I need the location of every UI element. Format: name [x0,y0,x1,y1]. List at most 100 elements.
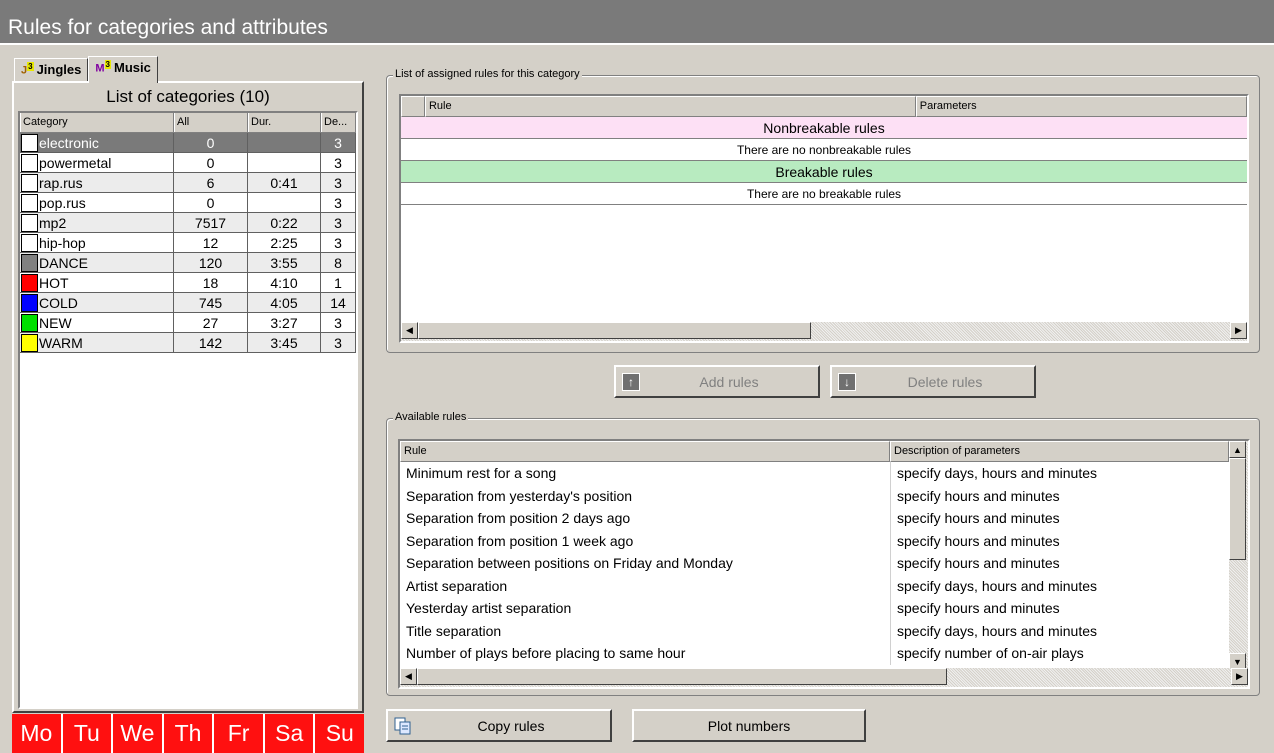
rule-description-cell: specify hours and minutes [890,507,1230,530]
available-rule-row[interactable]: Artist separation specify days, hours and… [400,574,1248,597]
category-duration-cell: 0:22 [248,213,321,232]
breakable-rules-empty: There are no breakable rules [401,183,1247,205]
category-all-cell: 0 [174,153,248,172]
column-header-all[interactable]: All [174,113,248,132]
category-de-cell: 3 [321,193,356,212]
rule-name-cell: Separation from position 1 week ago [406,532,634,549]
assigned-rules-group: List of assigned rules for this category… [386,68,1260,353]
assigned-rules-label: List of assigned rules for this category [393,68,582,80]
available-rules-label: Available rules [393,411,469,423]
category-row[interactable]: NEW 27 3:27 3 [20,313,356,333]
day-button-mo[interactable]: Mo [12,714,61,753]
category-duration-cell: 4:10 [248,273,321,292]
available-rule-row[interactable]: Separation between positions on Friday a… [400,552,1248,575]
day-button-fr[interactable]: Fr [214,714,263,753]
rule-name-cell: Yesterday artist separation [406,600,572,616]
categories-table: Category All Dur. De... electronic 0 3 powe… [18,111,358,709]
category-all-cell: 12 [174,233,248,252]
category-duration-cell [248,153,321,172]
category-duration-cell [248,133,321,152]
category-name-cell: HOT [20,273,174,292]
available-rule-row[interactable]: Number of plays before placing to same h… [400,642,1248,665]
category-all-cell: 6 [174,173,248,192]
available-rules-group: Available rules Rule Description of para… [386,411,1260,696]
category-all-cell: 0 [174,133,248,152]
assigned-horizontal-scrollbar[interactable]: ◀ ▶ [401,322,1247,341]
scrollbar-thumb[interactable] [417,668,947,685]
plot-numbers-button[interactable]: Plot numbers [632,709,866,742]
day-button-su[interactable]: Su [315,714,365,753]
category-name-cell: electronic [20,133,174,152]
jingles-icon: J3 [21,62,34,77]
column-header-duration[interactable]: Dur. [248,113,321,132]
day-button-tu[interactable]: Tu [62,714,112,753]
column-header-rule[interactable]: Rule [424,96,916,117]
column-header-de[interactable]: De... [321,113,356,132]
add-rules-button[interactable]: ↑ Add rules [614,365,820,398]
day-button-th[interactable]: Th [163,714,213,753]
category-de-cell: 3 [321,173,356,192]
rule-name-cell: Separation from position 2 days ago [406,510,631,526]
assigned-rules-grid: Rule Parameters Nonbreakable rules There… [399,94,1249,343]
category-all-cell: 7517 [174,213,248,232]
available-rule-row[interactable]: Yesterday artist separation specify hours… [400,597,1248,620]
available-rule-row[interactable]: Title separation specify days, hours and … [400,619,1248,642]
category-name-cell: DANCE [20,253,174,272]
rule-name-cell: Separation from yesterday's position [406,487,633,504]
category-row[interactable]: powermetal 0 3 [20,153,356,173]
available-rule-row[interactable]: Separation from position 1 week ago speci… [400,529,1248,552]
arrow-down-icon: ↓ [838,372,856,391]
category-de-cell: 3 [321,313,356,332]
category-row[interactable]: DANCE 120 3:55 8 [20,253,356,273]
category-row[interactable]: COLD 745 4:05 14 [20,293,356,313]
rule-description-cell: specify days, hours and minutes [890,462,1230,485]
day-button-sa[interactable]: Sa [264,714,314,753]
available-horizontal-scrollbar[interactable]: ◀ ▶ [400,668,1248,687]
column-header-description[interactable]: Description of parameters [890,441,1229,462]
category-duration-cell: 0:41 [248,173,321,192]
category-all-cell: 18 [174,273,248,292]
scroll-right-icon[interactable]: ▶ [1230,322,1247,339]
category-row[interactable]: WARM 142 3:45 3 [20,333,356,353]
available-rule-row[interactable]: Separation from yesterday's position spec… [400,484,1248,507]
rule-name-cell: Artist separation [406,577,508,594]
delete-rules-button[interactable]: ↓ Delete rules [830,365,1036,398]
category-color-swatch [21,293,38,312]
tab-music[interactable]: M3 Music [88,56,158,83]
category-row[interactable]: HOT 18 4:10 1 [20,273,356,293]
scrollbar-thumb[interactable] [418,322,811,339]
category-duration-cell [248,193,321,212]
category-row[interactable]: mp2 7517 0:22 3 [20,213,356,233]
column-header-category[interactable]: Category [20,113,174,132]
category-all-cell: 142 [174,333,248,352]
scroll-left-icon[interactable]: ◀ [401,322,418,339]
column-header-parameters[interactable]: Parameters [915,96,1247,117]
tab-label: Music [114,60,151,75]
scrollbar-thumb[interactable] [1229,458,1246,560]
category-row[interactable]: electronic 0 3 [20,133,356,153]
available-rule-row[interactable]: Minimum rest for a song specify days, hou… [400,462,1248,485]
breakable-rules-header: Breakable rules [401,161,1247,183]
tab-jingles[interactable]: J3 Jingles [14,58,89,82]
available-vertical-scrollbar[interactable]: ▲ ▼ [1229,441,1248,670]
column-header-rule[interactable]: Rule [400,441,890,462]
copy-rules-button[interactable]: Copy rules [386,709,612,742]
available-rule-row[interactable]: Separation from position 2 days ago speci… [400,507,1248,530]
category-row[interactable]: hip-hop 12 2:25 3 [20,233,356,253]
scroll-right-icon[interactable]: ▶ [1231,668,1248,685]
scroll-left-icon[interactable]: ◀ [400,668,417,685]
copy-icon [394,717,412,735]
category-duration-cell: 3:45 [248,333,321,352]
category-color-swatch [21,133,38,152]
arrow-up-icon: ↑ [622,372,640,391]
category-name-cell: pop.rus [20,193,174,212]
day-button-we[interactable]: We [113,714,162,753]
rule-description-cell: specify hours and minutes [890,552,1230,575]
available-rules-grid: Rule Description of parameters Minimum r… [398,439,1250,689]
assigned-rules-header: Rule Parameters [401,96,1247,117]
category-row[interactable]: pop.rus 0 3 [20,193,356,213]
available-rules-rows: Minimum rest for a song specify days, hou… [400,462,1248,665]
category-row[interactable]: rap.rus 6 0:41 3 [20,173,356,193]
category-de-cell: 3 [321,233,356,252]
scroll-up-icon[interactable]: ▲ [1229,441,1246,458]
